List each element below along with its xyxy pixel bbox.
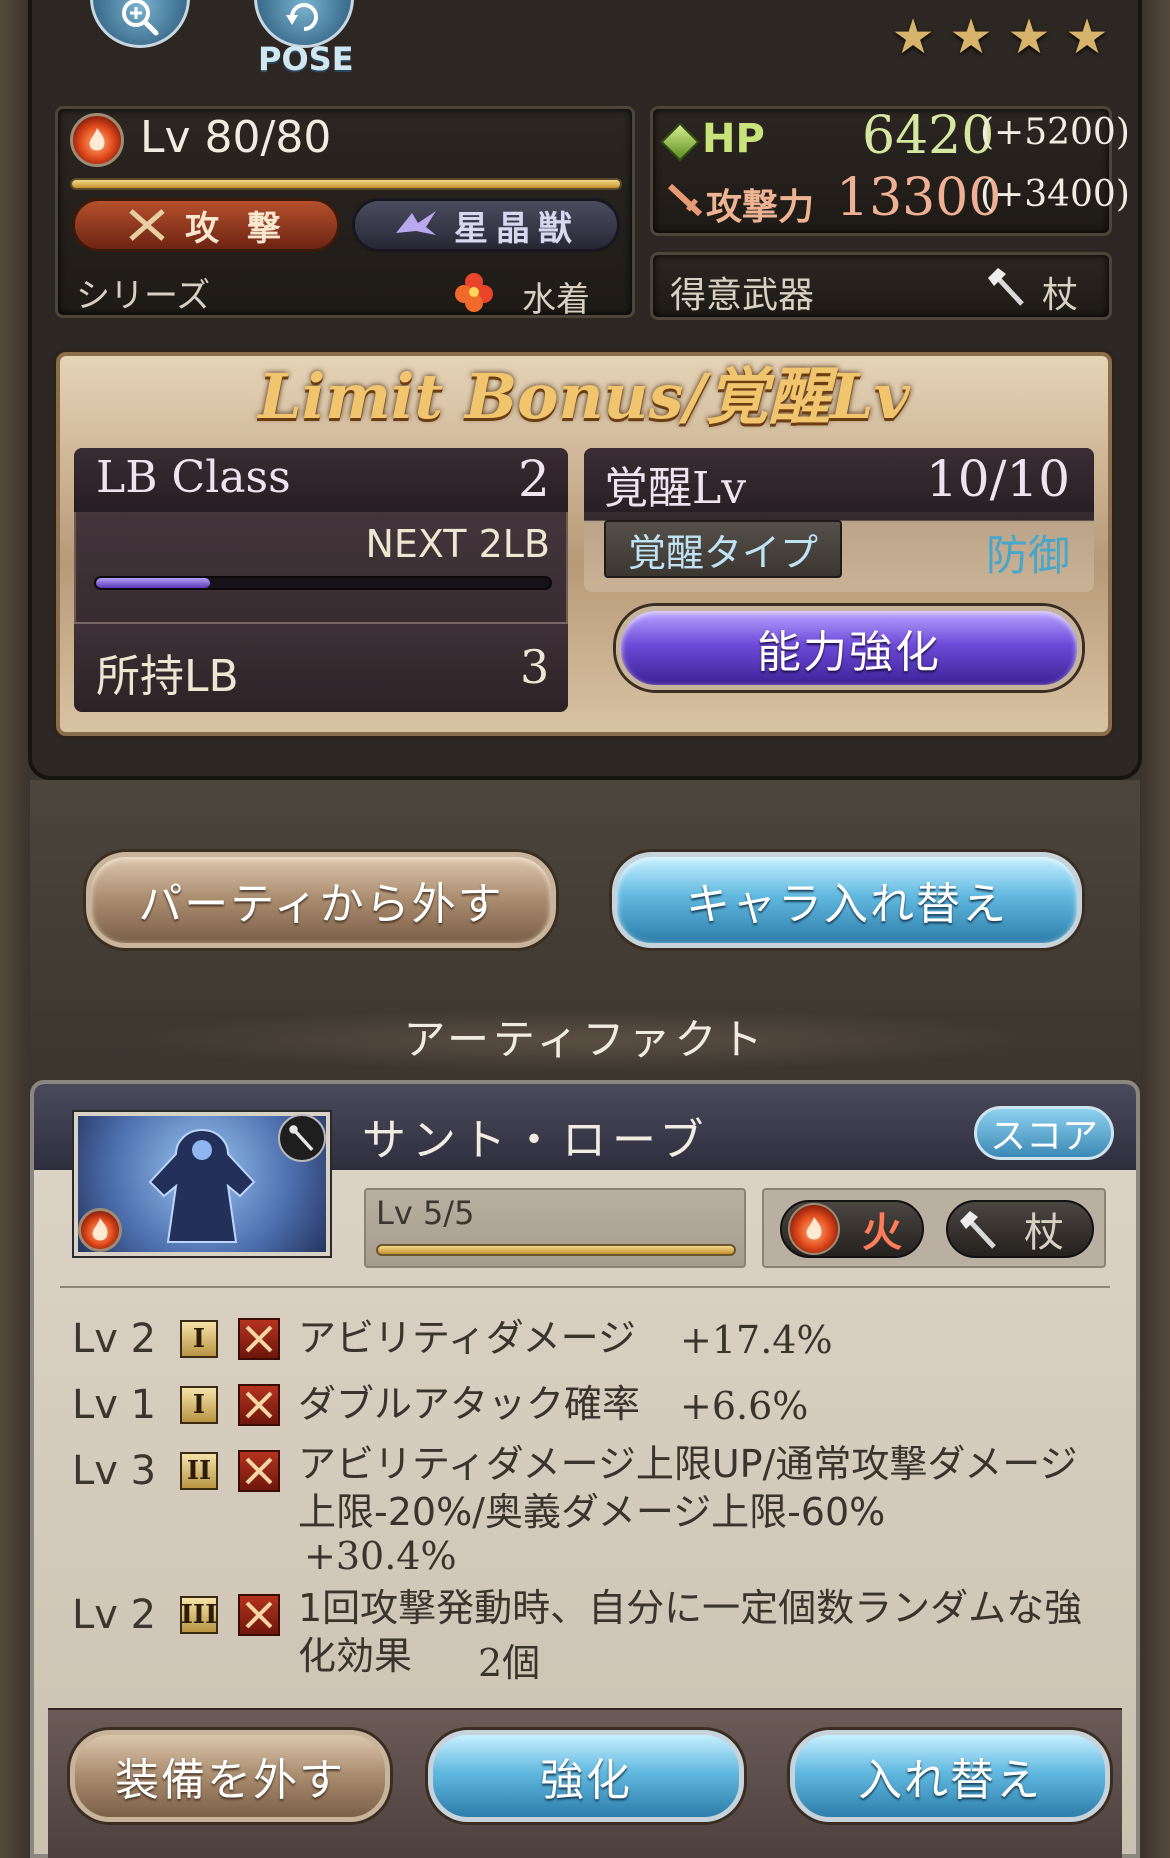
type-label: 攻 撃: [185, 208, 289, 249]
swap-character-button[interactable]: キャラ入れ替え: [612, 852, 1082, 948]
type-badge-attack: 攻 撃: [72, 198, 340, 252]
attack-skill-icon: [238, 1594, 280, 1636]
frame-right: [1140, 0, 1170, 1858]
awakening-type-label: 覚醒タイプ: [604, 520, 842, 578]
element-tag-label: 火: [862, 1210, 902, 1256]
skill-text: アビリティダメージ上限UP/通常攻撃ダメージ上限-20%/奥義ダメージ上限-60…: [298, 1442, 1078, 1534]
remove-from-party-button[interactable]: パーティから外す: [86, 852, 556, 948]
attack-label: 攻撃力: [706, 187, 815, 228]
lb-class-value: 2: [518, 450, 550, 508]
unequip-button[interactable]: 装備を外す: [70, 1730, 390, 1822]
lb-owned-value: 3: [520, 640, 550, 694]
skill-value: +6.6%: [680, 1384, 809, 1428]
hp-label: HP: [702, 116, 765, 162]
lb-next-label: NEXT 2LB: [365, 522, 550, 566]
skill-tier-badge: III: [180, 1596, 218, 1634]
awakening-level-value: 10/10: [926, 450, 1071, 508]
rotate-icon: [286, 3, 318, 31]
staff-icon: [278, 1114, 326, 1162]
lb-progress-fill: [96, 578, 210, 588]
skill-text: ダブルアタック確率: [298, 1382, 641, 1426]
skill-tier-badge: II: [180, 1452, 218, 1490]
skill-tier-badge: I: [180, 1320, 218, 1358]
replace-button[interactable]: 入れ替え: [790, 1730, 1110, 1822]
fire-element-icon: [788, 1203, 840, 1255]
lb-owned-label: 所持LB: [96, 651, 239, 702]
awakening-level-label: 覚醒Lv: [604, 463, 747, 514]
staff-icon: [988, 268, 1024, 306]
attack-skill-icon: [238, 1450, 280, 1492]
rarity-star: ★: [1065, 9, 1109, 65]
skill-tier-badge: I: [180, 1386, 218, 1424]
attack-skill-icon: [238, 1318, 280, 1360]
rarity-star: ★: [949, 9, 993, 65]
series-label: シリーズ: [76, 276, 211, 316]
race-badge: 星晶獣: [352, 198, 620, 252]
attack-bonus: (+3400): [980, 174, 1130, 215]
skill-text: アビリティダメージ: [298, 1316, 636, 1360]
primal-beast-icon: [396, 211, 436, 235]
lb-class-label: LB Class: [96, 452, 291, 503]
weapon-tag: 杖: [946, 1200, 1094, 1258]
limit-bonus-title: Limit Bonus/覚醒Lv: [258, 360, 910, 433]
fire-element-icon: [78, 1208, 122, 1252]
skill-text: 1回攻撃発動時、自分に一定個数ランダムな強化効果: [298, 1586, 1083, 1678]
level-bar: [70, 178, 622, 190]
crossed-swords-icon: [129, 209, 165, 241]
skill-value: +30.4%: [304, 1534, 457, 1578]
sword-icon: [667, 183, 703, 217]
hp-bonus: (+5200): [980, 112, 1130, 153]
frame-left: [0, 0, 30, 1858]
hp-value: 6420: [862, 106, 995, 166]
skill-value: +17.4%: [680, 1318, 833, 1362]
zoom-icon: [122, 0, 159, 36]
attack-skill-icon: [238, 1384, 280, 1426]
skill-level: Lv 3: [72, 1448, 157, 1494]
divider: [60, 1286, 1110, 1288]
race-label: 星晶獣: [454, 208, 580, 249]
fire-element-icon: [70, 113, 124, 167]
score-button[interactable]: スコア: [974, 1106, 1114, 1160]
skill-level: Lv 2: [72, 1316, 157, 1362]
rarity-star: ★: [1007, 9, 1051, 65]
weapon-tag-label: 杖: [1024, 1210, 1064, 1256]
pose-label: POSE: [258, 40, 354, 78]
ability-enhance-button[interactable]: 能力強化: [616, 606, 1082, 690]
rarity-star: ★: [891, 9, 935, 65]
skill-value: 2個: [478, 1641, 541, 1685]
weapon-value: 杖: [1042, 275, 1079, 316]
skill-level: Lv 2: [72, 1592, 157, 1638]
enhance-button[interactable]: 強化: [428, 1730, 744, 1822]
skill-level: Lv 1: [72, 1382, 157, 1428]
summer-flower-icon: [455, 273, 493, 312]
awakening-type-value: 防御: [986, 531, 1071, 580]
artifact-name: サント・ローブ: [362, 1115, 710, 1166]
weapon-label: 得意武器: [670, 275, 815, 316]
series-value: 水着: [522, 280, 590, 320]
attack-value: 13300: [836, 168, 1002, 228]
element-tag: 火: [780, 1200, 924, 1258]
artifact-heading: アーティファクト: [120, 1008, 1050, 1072]
artifact-level-bar: [376, 1244, 736, 1256]
character-level: Lv 80/80: [140, 112, 332, 163]
artifact-level: Lv 5/5: [376, 1194, 475, 1232]
staff-icon: [960, 1211, 996, 1249]
